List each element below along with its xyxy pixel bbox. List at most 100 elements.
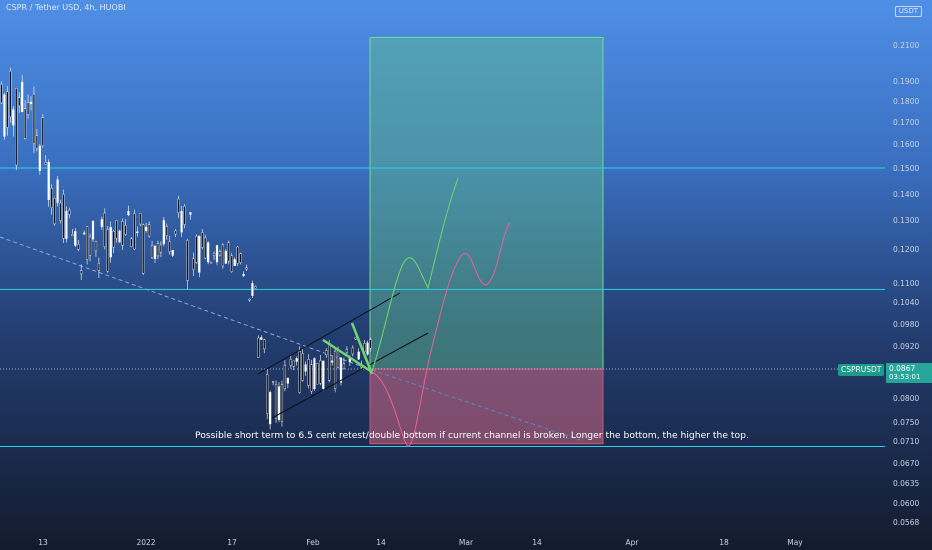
- candle-body: [88, 236, 92, 256]
- candle-body: [41, 117, 44, 146]
- candle: [115, 219, 118, 243]
- candle-body: [47, 162, 50, 200]
- candle-body: [263, 339, 266, 350]
- y-tick-label: 0.1300: [893, 216, 919, 225]
- candle: [198, 235, 201, 278]
- candle: [316, 363, 319, 385]
- candle: [44, 155, 47, 165]
- candle-body: [65, 211, 68, 239]
- candle: [142, 223, 145, 275]
- candle-body: [77, 244, 80, 250]
- candle-body: [310, 364, 313, 392]
- candle-body: [180, 211, 183, 233]
- candle: [91, 220, 95, 242]
- candle: [280, 380, 284, 427]
- candle-body: [94, 241, 98, 252]
- y-tick-label: 0.1900: [893, 77, 919, 86]
- candle: [88, 233, 92, 262]
- current-price-value: 0.0867: [889, 364, 916, 373]
- candle-body: [133, 213, 136, 250]
- candle-body: [316, 363, 319, 385]
- candle: [145, 222, 148, 233]
- candle-body: [106, 229, 109, 272]
- candle: [74, 228, 77, 248]
- candle-body: [251, 283, 254, 296]
- candle-body: [245, 267, 248, 270]
- candle: [325, 348, 328, 358]
- candle-body: [109, 227, 112, 258]
- candle-body: [147, 224, 151, 237]
- candle-body: [171, 250, 174, 256]
- candle-body: [159, 244, 163, 253]
- candle-body: [266, 374, 269, 414]
- candle-body: [313, 358, 316, 390]
- candle-body: [23, 108, 27, 139]
- x-tick-label: 14: [532, 538, 542, 547]
- y-tick-label: 0.1400: [893, 190, 919, 199]
- profit-zone: [369, 36, 604, 370]
- candle-body: [177, 198, 180, 213]
- candle: [32, 86, 36, 154]
- candle: [68, 207, 71, 219]
- candle-body: [286, 377, 289, 384]
- y-tick-label: 0.1800: [893, 97, 919, 106]
- candle-body: [174, 230, 177, 235]
- currency-badge[interactable]: USDT: [894, 6, 922, 17]
- candle-body: [6, 91, 9, 128]
- y-tick-label: 0.0800: [893, 394, 919, 403]
- symbol-header: CSPR / Tether USD, 4h, HUOBI: [6, 3, 126, 12]
- candle: [209, 261, 213, 264]
- x-tick-label: May: [787, 538, 803, 547]
- candle-body: [62, 194, 65, 239]
- candle-body: [322, 360, 325, 389]
- candle-body: [71, 234, 74, 237]
- candle: [153, 245, 157, 263]
- candle: [212, 251, 216, 261]
- candle-body: [9, 70, 12, 117]
- candle-body: [369, 339, 372, 349]
- candle-body: [80, 270, 83, 275]
- candle-body: [207, 242, 210, 263]
- candle-body: [336, 350, 340, 368]
- candle: [322, 360, 325, 392]
- candle-body: [331, 360, 334, 363]
- candle: [174, 229, 177, 238]
- candle: [165, 223, 168, 240]
- candle-body: [292, 360, 295, 367]
- y-tick-label: 0.1100: [893, 279, 919, 288]
- candle: [201, 229, 204, 250]
- candle: [156, 240, 160, 260]
- candle: [186, 238, 189, 290]
- candle: [103, 208, 106, 250]
- candle-body: [124, 225, 127, 235]
- candle: [286, 377, 289, 389]
- candle: [195, 234, 198, 264]
- candle: [0, 81, 3, 104]
- candle-body: [142, 224, 145, 274]
- candle-body: [103, 212, 106, 247]
- candle: [227, 240, 230, 265]
- candle-body: [201, 232, 204, 248]
- candle: [38, 144, 41, 175]
- candle-body: [242, 274, 245, 276]
- candle: [230, 252, 233, 273]
- candle-body: [3, 94, 6, 137]
- candle-body: [56, 179, 59, 203]
- price-chart[interactable]: 0.2100 0.1900 0.1800 0.1700 0.1600 0.1500 0.14…: [0, 0, 932, 550]
- candle-body: [12, 109, 15, 126]
- candle: [9, 67, 12, 123]
- candle: [221, 243, 225, 269]
- candle: [304, 361, 307, 376]
- candle: [121, 218, 124, 250]
- candle: [171, 249, 174, 257]
- candle: [192, 252, 195, 276]
- candle: [351, 345, 354, 357]
- candle: [124, 218, 127, 236]
- candle: [159, 241, 163, 258]
- y-tick-label: 0.0750: [893, 418, 919, 427]
- candle-body: [195, 236, 198, 263]
- candle-body: [233, 259, 236, 266]
- candle: [21, 74, 24, 113]
- candle-body: [112, 231, 115, 248]
- candle-body: [153, 245, 157, 259]
